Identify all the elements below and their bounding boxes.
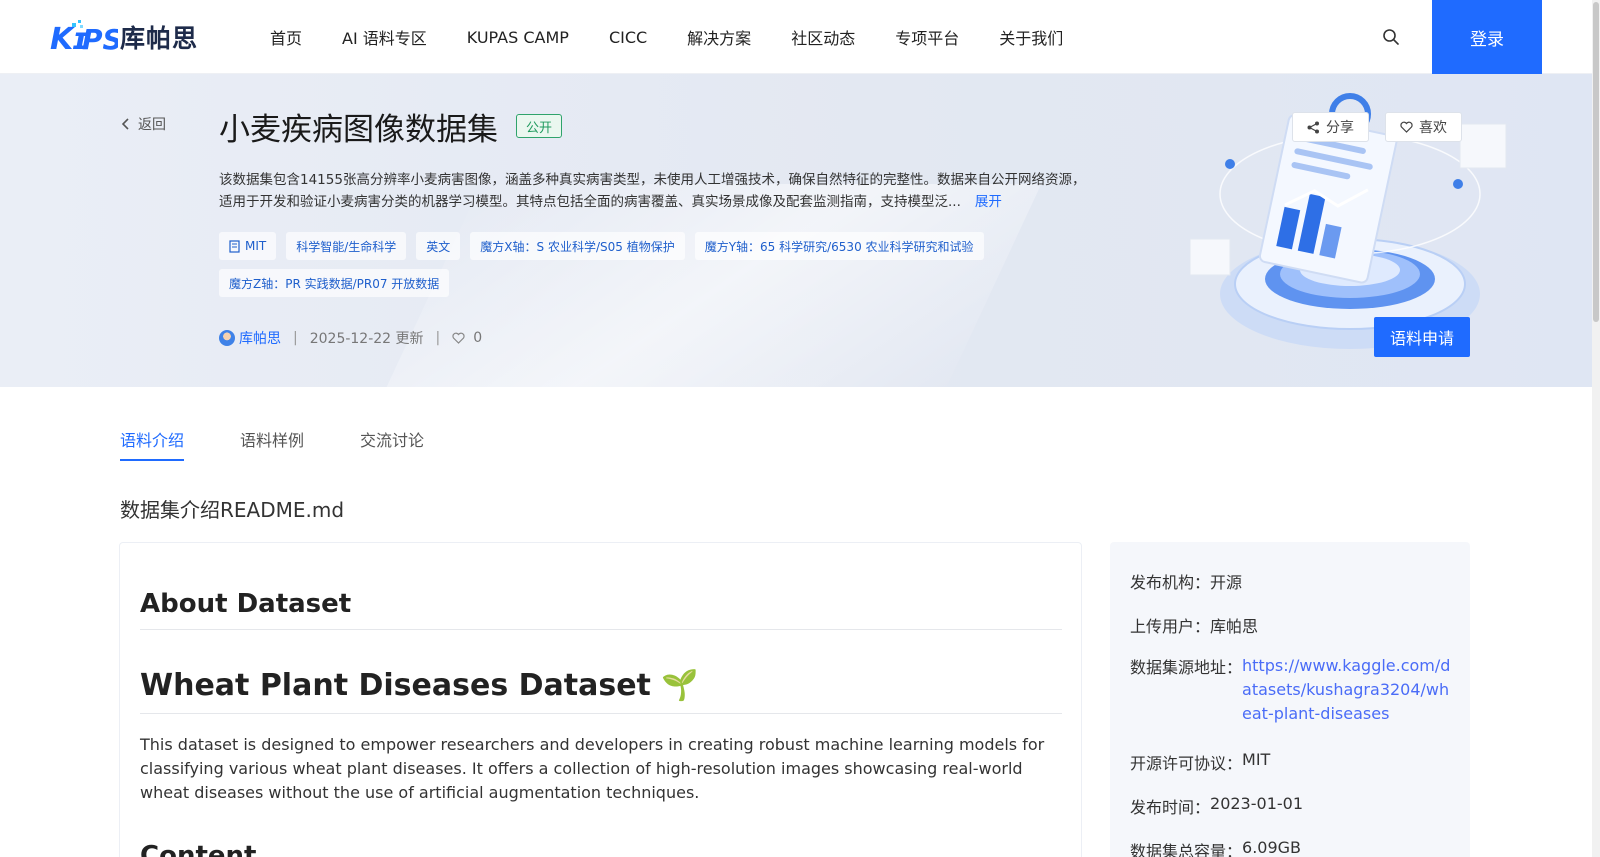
info-publisher-value: 开源 xyxy=(1210,573,1243,592)
info-size: 数据集总容量： 6.09GB xyxy=(1130,838,1301,857)
like-label: 喜欢 xyxy=(1419,120,1447,136)
readme-heading-content: Content xyxy=(140,841,257,857)
info-uploader: 上传用户： 库帕思 xyxy=(1130,613,1258,637)
share-button[interactable]: 分享 xyxy=(1292,112,1369,142)
tag-y-axis[interactable]: 魔方Y轴：65 科学研究/6530 农业科学研究和试验 xyxy=(694,232,984,260)
top-navbar: K ɪ PS 库帕思 首页 AI 语料专区 KUPAS CAMP CICC 解决… xyxy=(0,0,1592,74)
tag-license-label: MIT xyxy=(245,239,267,253)
heart-icon xyxy=(452,332,465,344)
readme-heading-about: About Dataset xyxy=(140,589,1062,630)
apply-corpus-button[interactable]: 语料申请 xyxy=(1374,317,1470,357)
readme-panel: About Dataset Wheat Plant Diseases Datas… xyxy=(119,542,1082,857)
info-date-label: 发布时间： xyxy=(1130,798,1211,817)
info-date-value: 2023-01-01 xyxy=(1210,794,1303,813)
info-source: 数据集源地址： https://www.kaggle.com/datasets/… xyxy=(1130,654,1452,726)
tag-domain[interactable]: 科学智能/生命科学 xyxy=(286,232,407,260)
page-title: 小麦疾病图像数据集 xyxy=(219,112,498,148)
avatar xyxy=(219,330,235,346)
like-count: 0 xyxy=(473,330,483,346)
dataset-description: 该数据集包含14155张高分辨率小麦病害图像，涵盖多种真实病害类型，未使用人工增… xyxy=(219,169,1089,213)
info-size-value: 6.09GB xyxy=(1242,838,1302,857)
search-icon[interactable] xyxy=(1382,28,1400,46)
logo[interactable]: K ɪ PS 库帕思 xyxy=(50,17,198,57)
document-icon xyxy=(229,239,240,253)
info-license-value: MIT xyxy=(1242,750,1271,769)
nav-solutions[interactable]: 解决方案 xyxy=(687,25,751,49)
nav-community[interactable]: 社区动态 xyxy=(791,25,855,49)
back-label: 返回 xyxy=(138,117,166,133)
nav-ai-corpus[interactable]: AI 语料专区 xyxy=(342,25,427,49)
logo-text: 库帕思 xyxy=(120,24,199,53)
tag-list: MIT 科学智能/生命科学 英文 魔方X轴：S 农业科学/S05 植物保护 魔方… xyxy=(219,232,999,306)
info-publisher-label: 发布机构： xyxy=(1130,573,1211,592)
readme-heading-dataset: Wheat Plant Diseases Dataset 🌱 xyxy=(140,668,1062,714)
info-size-label: 数据集总容量： xyxy=(1130,842,1243,857)
nav-special-platform[interactable]: 专项平台 xyxy=(895,25,959,49)
nav-home[interactable]: 首页 xyxy=(270,25,302,49)
visibility-badge: 公开 xyxy=(516,114,563,138)
share-icon xyxy=(1307,121,1319,133)
info-publisher: 发布机构： 开源 xyxy=(1130,569,1242,593)
dataset-info-panel: 发布机构： 开源 上传用户： 库帕思 数据集源地址： https://www.k… xyxy=(1110,542,1470,857)
like-button[interactable]: 喜欢 xyxy=(1385,112,1462,142)
nav-cicc[interactable]: CICC xyxy=(609,28,647,47)
info-source-label: 数据集源地址： xyxy=(1130,658,1243,677)
info-uploader-label: 上传用户： xyxy=(1130,617,1211,636)
tab-corpus-samples[interactable]: 语料样例 xyxy=(240,427,304,461)
action-buttons: 分享 喜欢 xyxy=(1292,112,1478,142)
divider: | xyxy=(435,330,441,346)
scrollbar-thumb[interactable] xyxy=(1593,2,1599,322)
info-license: 开源许可协议： MIT xyxy=(1130,750,1270,774)
logo-mark-icon: K ɪ PS xyxy=(50,20,118,55)
description-text: 该数据集包含14155张高分辨率小麦病害图像，涵盖多种真实病害类型，未使用人工增… xyxy=(219,172,1086,210)
nav-about-us[interactable]: 关于我们 xyxy=(999,25,1063,49)
tag-language[interactable]: 英文 xyxy=(416,232,461,260)
back-link[interactable]: 返回 xyxy=(122,114,166,134)
chevron-left-icon xyxy=(122,118,129,130)
readme-section-title: 数据集介绍README.md xyxy=(120,498,345,522)
expand-link[interactable]: 展开 xyxy=(975,194,1002,210)
svg-text:PS: PS xyxy=(82,23,118,55)
updated-date: 2025-12-22 更新 xyxy=(309,331,424,347)
dataset-meta: 库帕思 | 2025-12-22 更新 | 0 xyxy=(219,328,482,348)
nav-kupas-camp[interactable]: KUPAS CAMP xyxy=(467,28,569,47)
divider: | xyxy=(293,330,298,346)
dataset-hero: 返回 小麦疾病图像数据集 公开 该数据集包含14155张高分辨率小麦病害图像，涵… xyxy=(0,74,1592,387)
info-license-label: 开源许可协议： xyxy=(1130,754,1243,773)
tag-license[interactable]: MIT xyxy=(219,232,277,260)
share-label: 分享 xyxy=(1326,120,1354,136)
heart-icon xyxy=(1400,121,1413,133)
page-scrollbar[interactable] xyxy=(1592,0,1600,857)
tab-corpus-intro[interactable]: 语料介绍 xyxy=(120,427,185,461)
readme-paragraph: This dataset is designed to empower rese… xyxy=(140,735,1045,802)
info-uploader-value: 库帕思 xyxy=(1210,617,1259,636)
tab-discussion[interactable]: 交流讨论 xyxy=(360,427,424,461)
login-button[interactable]: 登录 xyxy=(1432,0,1542,74)
content-tabs: 语料介绍 语料样例 交流讨论 xyxy=(120,427,480,461)
source-url-link[interactable]: https://www.kaggle.com/datasets/kushagra… xyxy=(1242,654,1452,726)
main-menu: 首页 AI 语料专区 KUPAS CAMP CICC 解决方案 社区动态 专项平… xyxy=(270,0,1103,74)
tag-z-axis[interactable]: 魔方Z轴：PR 实践数据/PR07 开放数据 xyxy=(219,269,450,297)
info-date: 发布时间： 2023-01-01 xyxy=(1130,794,1303,818)
author-link[interactable]: 库帕思 xyxy=(239,328,281,348)
tag-x-axis[interactable]: 魔方X轴：S 农业科学/S05 植物保护 xyxy=(470,232,685,260)
